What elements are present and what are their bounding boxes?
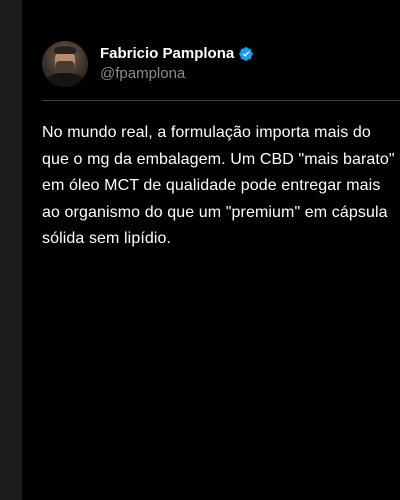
post-header: Fabricio Pamplona @fpamplona bbox=[42, 41, 254, 87]
name-row: Fabricio Pamplona bbox=[100, 45, 254, 63]
verified-badge-icon bbox=[239, 46, 254, 61]
page: Fabricio Pamplona @fpamplona No mundo re… bbox=[0, 0, 400, 500]
post-card: Fabricio Pamplona @fpamplona No mundo re… bbox=[22, 0, 400, 500]
avatar[interactable] bbox=[42, 41, 88, 87]
divider bbox=[42, 100, 400, 101]
author-display-name[interactable]: Fabricio Pamplona bbox=[100, 45, 234, 63]
author-names: Fabricio Pamplona @fpamplona bbox=[100, 45, 254, 84]
author-handle[interactable]: @fpamplona bbox=[100, 64, 254, 84]
post-text: No mundo real, a formulação importa mais… bbox=[42, 124, 395, 247]
